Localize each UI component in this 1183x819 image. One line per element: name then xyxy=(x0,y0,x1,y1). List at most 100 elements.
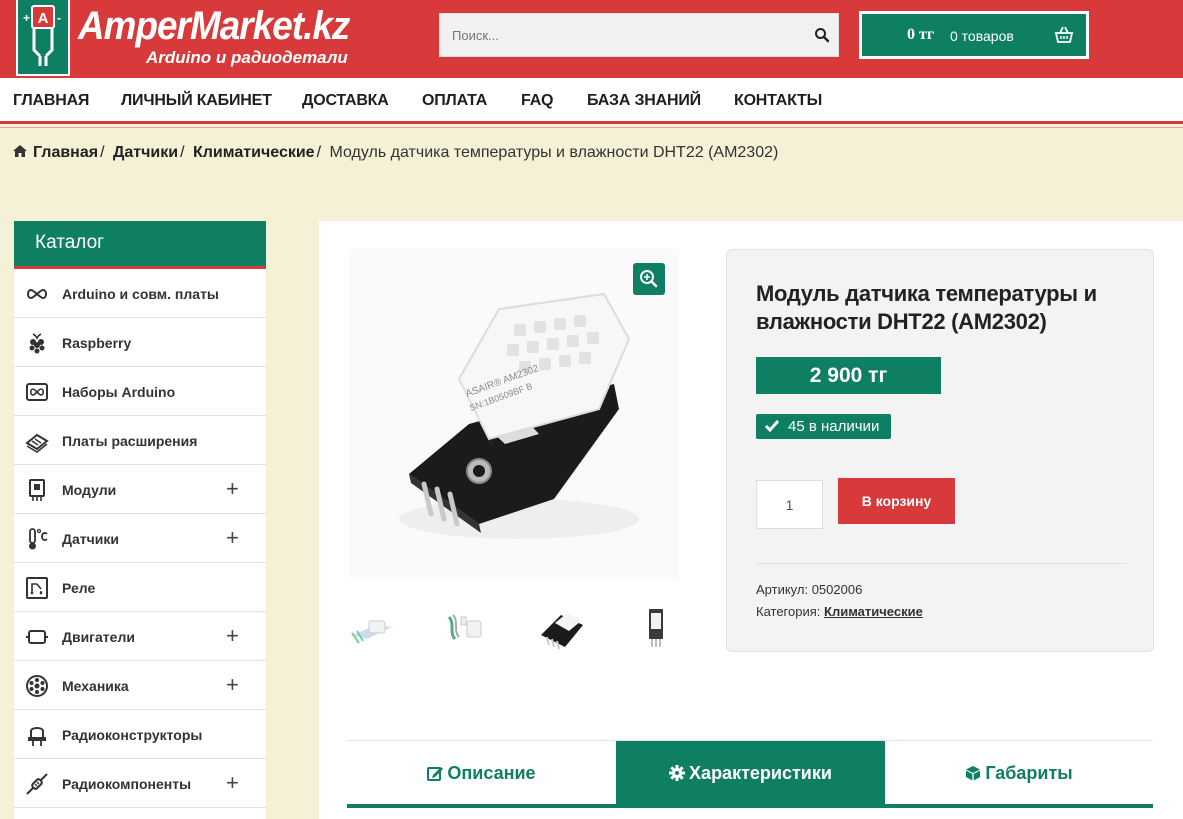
search-box xyxy=(439,13,839,57)
quantity-input[interactable]: 1 xyxy=(756,480,823,529)
nav-item-contacts[interactable]: КОНТАКТЫ xyxy=(734,92,822,110)
svg-text:-: - xyxy=(57,11,61,25)
site-header: A + - AmperMarket.kz Arduino и радиодета… xyxy=(0,0,1183,78)
sidebar-item-raspberry[interactable]: Raspberry xyxy=(14,318,266,367)
add-to-cart-button[interactable]: В корзину xyxy=(838,478,955,524)
product-thumbnail[interactable] xyxy=(537,603,587,653)
tab-label: Характеристики xyxy=(689,763,832,783)
category-label: Категория: xyxy=(756,604,821,619)
expand-icon[interactable]: + xyxy=(226,674,239,696)
zoom-button[interactable] xyxy=(633,263,665,295)
nav-item-delivery[interactable]: ДОСТАВКА xyxy=(302,92,389,110)
svg-text:+: + xyxy=(23,11,30,25)
product-thumbnail[interactable] xyxy=(347,603,397,653)
logo-subtitle: Arduino и радиодетали xyxy=(146,48,348,67)
breadcrumb-home[interactable]: Главная xyxy=(33,144,98,161)
module-icon xyxy=(29,479,45,501)
sidebar-item-label: Двигатели xyxy=(62,629,135,645)
nav-item-home[interactable]: ГЛАВНАЯ xyxy=(13,92,89,110)
nav-divider xyxy=(0,127,1183,128)
category-link[interactable]: Климатические xyxy=(824,604,923,619)
expand-icon[interactable]: + xyxy=(226,478,239,500)
expand-icon[interactable]: + xyxy=(226,527,239,549)
catalog-title: Каталог xyxy=(14,221,266,269)
site-logo[interactable]: A + - AmperMarket.kz Arduino и радиодета… xyxy=(14,0,350,78)
sidebar-item-label: Реле xyxy=(62,580,96,596)
check-icon xyxy=(765,420,779,432)
logo-badge: A + - xyxy=(16,0,70,76)
nav-item-knowledge[interactable]: БАЗА ЗНАНИЙ xyxy=(587,92,701,110)
cart-button[interactable]: 0 тг 0 товаров xyxy=(859,11,1089,59)
basket-icon xyxy=(1054,26,1074,43)
product-title: Модуль датчика температуры и влажности D… xyxy=(756,281,1097,334)
product-image[interactable]: ASAIR® AM2302 SN:1B0509BF B xyxy=(349,249,679,579)
cog-icon xyxy=(669,765,686,781)
zoom-icon xyxy=(640,270,658,288)
main-nav: ГЛАВНАЯ ЛИЧНЫЙ КАБИНЕТ ДОСТАВКА ОПЛАТА F… xyxy=(0,78,1183,124)
home-icon xyxy=(13,145,27,157)
sidebar-item-label: Радиоконструкторы xyxy=(62,727,203,743)
breadcrumb-sensors[interactable]: Датчики xyxy=(113,144,178,161)
sku-label: Артикул: xyxy=(756,582,809,597)
component-icon xyxy=(26,773,48,795)
tab-specifications[interactable]: Характеристики xyxy=(616,741,885,806)
breadcrumb-separator: / xyxy=(180,144,185,161)
sidebar-item-label: Arduino и совм. платы xyxy=(62,286,219,302)
product-tabs: Описание Характеристики Габариты xyxy=(347,740,1153,808)
nav-item-account[interactable]: ЛИЧНЫЙ КАБИНЕТ xyxy=(121,92,272,110)
tab-description[interactable]: Описание xyxy=(347,741,616,806)
sidebar-item-motors[interactable]: Двигатели + xyxy=(14,612,266,661)
sidebar-item-mechanics[interactable]: Механика + xyxy=(14,661,266,710)
sidebar-item-modules[interactable]: Модули + xyxy=(14,465,266,514)
sidebar-item-label: Наборы Arduino xyxy=(62,384,176,400)
sidebar-item-shields[interactable]: Платы расширения xyxy=(14,416,266,465)
sidebar-item-label: Модули xyxy=(62,482,117,498)
cart-count: 0 товаров xyxy=(950,28,1014,44)
sidebar-item-label: Raspberry xyxy=(62,335,132,351)
search-icon[interactable] xyxy=(814,27,830,43)
logo-title: AmperMarket.kz xyxy=(78,4,350,48)
sidebar-item-arduino[interactable]: Arduino и совм. платы xyxy=(14,269,266,318)
sidebar-item-radio-components[interactable]: Радиокомпоненты + xyxy=(14,759,266,808)
product-main: ASAIR® AM2302 SN:1B0509BF B Модуль датчи… xyxy=(319,221,1183,819)
nav-item-faq[interactable]: FAQ xyxy=(521,92,553,110)
product-info-box: Модуль датчика температуры и влажности D… xyxy=(726,249,1154,652)
breadcrumb-climatic[interactable]: Климатические xyxy=(193,144,315,161)
breadcrumb-separator: / xyxy=(100,144,105,161)
cart-sum: 0 тг xyxy=(907,26,935,43)
kit-icon xyxy=(26,383,48,401)
tab-dimensions[interactable]: Габариты xyxy=(885,741,1153,806)
breadcrumb: Главная / Датчики / Климатические / Модуль … xyxy=(13,144,778,162)
raspberry-icon xyxy=(29,333,45,354)
sidebar-item-sensors[interactable]: Датчики + xyxy=(14,514,266,563)
divider xyxy=(756,563,1126,564)
product-sku: Артикул: 0502006 xyxy=(756,582,862,597)
product-price: 2 900 тг xyxy=(756,357,941,394)
expand-icon[interactable]: + xyxy=(226,625,239,647)
infinity-icon xyxy=(27,288,47,300)
catalog-sidebar: Каталог Arduino и совм. платы Raspberry … xyxy=(14,221,266,819)
nav-item-payment[interactable]: ОПЛАТА xyxy=(422,92,487,110)
breadcrumb-current: Модуль датчика температуры и влажности D… xyxy=(329,144,779,161)
relay-icon xyxy=(26,577,48,599)
product-category: Категория: Климатические xyxy=(756,604,923,619)
expand-icon[interactable]: + xyxy=(226,772,239,794)
board-icon xyxy=(25,433,49,453)
sidebar-item-label: Радиокомпоненты xyxy=(62,776,192,792)
svg-text:A: A xyxy=(38,10,49,27)
breadcrumb-separator: / xyxy=(316,144,322,161)
tab-label: Описание xyxy=(447,763,536,783)
stock-badge: 45 в наличии xyxy=(756,414,892,439)
search-input[interactable] xyxy=(440,14,800,56)
sidebar-item-radio-kits[interactable]: Радиоконструкторы xyxy=(14,710,266,759)
sidebar-item-arduino-kits[interactable]: Наборы Arduino xyxy=(14,367,266,416)
product-thumbnail[interactable] xyxy=(443,603,493,653)
product-thumbnail[interactable] xyxy=(631,603,681,653)
constructor-icon xyxy=(28,727,46,746)
sidebar-item-label: Механика xyxy=(62,678,129,694)
sku-value: 0502006 xyxy=(811,582,863,597)
sidebar-item-relay[interactable]: Реле xyxy=(14,563,266,612)
sidebar-item-label: Платы расширения xyxy=(62,433,198,449)
cube-icon xyxy=(966,766,981,781)
gear-wheel-icon xyxy=(26,675,48,697)
